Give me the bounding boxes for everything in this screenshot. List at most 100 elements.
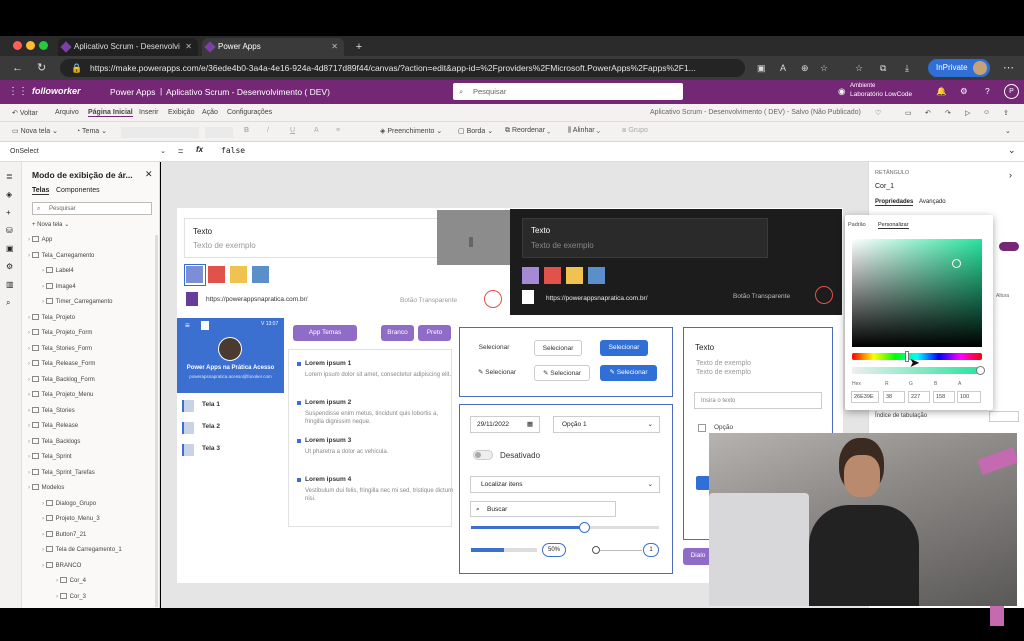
tree-item[interactable]: › Tela_Backlogs — [28, 437, 80, 445]
tree-item[interactable]: › Tela_Carregamento — [28, 251, 94, 259]
color-swatch[interactable] — [588, 267, 605, 284]
read-aloud-icon[interactable]: A — [780, 59, 786, 77]
select-button-plain[interactable]: Selecionar — [470, 340, 518, 356]
favorites-bar-icon[interactable]: ☆ — [855, 59, 863, 77]
redo-icon[interactable]: ↷ — [945, 109, 951, 117]
user-avatar[interactable]: P — [1004, 84, 1019, 99]
fx-icon[interactable]: fx — [196, 145, 203, 154]
tree-item[interactable]: › Tela_Projeto_Form — [28, 329, 92, 336]
slider-track[interactable] — [471, 522, 659, 533]
select-icon-button-outline[interactable]: ✎ Selecionar — [534, 365, 590, 381]
tree-item[interactable]: › Tela_Release — [28, 422, 78, 429]
tree-item[interactable]: › Tela_Release_Form — [28, 360, 95, 367]
property-select[interactable]: OnSelect ⌄ — [4, 145, 170, 159]
tree-item[interactable]: › Tela de Carregamento_1 — [42, 546, 122, 553]
list-item-title[interactable]: Lorem ipsum 3 — [305, 437, 351, 444]
hex-input[interactable]: 26E39E — [851, 391, 879, 403]
chevron-right-icon[interactable]: › — [1009, 170, 1012, 180]
light-text-card[interactable]: Texto Texto de exemplo — [184, 218, 438, 258]
color-swatch[interactable] — [522, 267, 539, 284]
media-pane-icon[interactable]: ▣ — [6, 244, 14, 253]
blue-button-partial[interactable] — [696, 476, 710, 490]
select-button-outline[interactable]: Selecionar — [534, 340, 582, 356]
italic-button[interactable]: / — [267, 127, 269, 134]
font-family-select[interactable] — [121, 127, 199, 138]
search-field[interactable]: ⌕ Buscar — [470, 501, 616, 517]
tree-item[interactable]: › Tela_Projeto_Menu — [28, 391, 93, 398]
collections-icon[interactable]: ⧉ — [880, 59, 886, 77]
select-icon-button-filled[interactable]: ✎ Selecionar — [600, 365, 657, 381]
list-item-title[interactable]: Lorem ipsum 2 — [305, 399, 351, 406]
more-icon[interactable]: ⋯ — [1003, 59, 1014, 77]
tree-search-input[interactable]: ⌕ Pesquisar — [32, 202, 152, 215]
refresh-icon[interactable]: ↻ — [37, 59, 46, 77]
tab-arquivo[interactable]: Arquivo — [55, 109, 79, 116]
health-icon[interactable]: ♡ — [875, 109, 881, 117]
profile-avatar[interactable] — [973, 61, 987, 75]
bell-icon[interactable]: 🔔 — [936, 86, 947, 97]
undo-icon[interactable]: ↶ — [925, 109, 931, 117]
tree-new-screen[interactable]: + Nova tela ⌄ — [32, 221, 69, 228]
tree-item[interactable]: › Button7_21 — [42, 530, 86, 538]
gray-rectangle[interactable] — [437, 210, 510, 265]
hamburger-icon[interactable]: ≡ — [185, 321, 190, 330]
preto-button[interactable]: Preto — [418, 325, 451, 341]
font-size-select[interactable] — [205, 127, 233, 138]
publish-icon[interactable]: ⇪ — [1003, 109, 1009, 117]
transparent-button-dark[interactable]: Botão Transparente — [733, 293, 790, 300]
group-button[interactable]: ⧈ Grupo — [622, 127, 648, 135]
list-item-title[interactable]: Lorem ipsum 1 — [305, 360, 351, 367]
select-button-filled[interactable]: Selecionar — [600, 340, 648, 356]
tab-avancado[interactable]: Avançado — [919, 199, 946, 205]
new-tab-button[interactable]: + — [350, 38, 368, 56]
tree-item[interactable]: › Dialogo_Grupo — [42, 499, 96, 507]
media-icon[interactable]: ▣ — [757, 59, 766, 77]
tree-item[interactable]: › Tela_Backlog_Form — [28, 375, 95, 383]
tree-item[interactable]: › Tela_Projeto — [28, 313, 75, 321]
list-item-title[interactable]: Lorem ipsum 4 — [305, 476, 351, 483]
tree-view-icon[interactable]: ≣ — [6, 172, 13, 181]
tree-item[interactable]: › Modelos — [28, 484, 64, 491]
maximize-window-icon[interactable] — [39, 41, 48, 50]
circle-shape-dark[interactable] — [815, 286, 833, 304]
play-icon[interactable]: ▷ — [965, 109, 970, 117]
color-swatch[interactable] — [252, 266, 269, 283]
tab-pagina-inicial[interactable]: Página Inicial — [88, 109, 133, 117]
find-items-combobox[interactable]: Localizar itens ⌄ — [470, 476, 660, 493]
search-pane-icon[interactable]: ⌕ — [6, 298, 10, 308]
gear-icon[interactable]: ⚙ — [960, 86, 968, 97]
tab-exibicao[interactable]: Exibição — [168, 109, 194, 116]
app-temas-button[interactable]: App Temas — [293, 325, 357, 341]
share-icon[interactable]: ☺ — [983, 109, 990, 116]
option-checkbox[interactable] — [698, 424, 706, 432]
tab-propriedades[interactable]: Propriedades — [875, 199, 914, 206]
minimize-window-icon[interactable] — [26, 41, 35, 50]
text-input[interactable]: Insira o texto — [694, 392, 822, 409]
underline-button[interactable]: U — [290, 127, 295, 134]
g-input[interactable]: 227 — [908, 391, 930, 403]
b-input[interactable]: 158 — [933, 391, 955, 403]
close-window-icon[interactable] — [13, 41, 22, 50]
option-dropdown[interactable]: Opção 1 ⌄ — [553, 416, 660, 433]
back-button[interactable]: ↶ Voltar — [12, 109, 38, 117]
color-swatch[interactable] — [566, 267, 583, 284]
color-swatch[interactable] — [208, 266, 225, 283]
reorder-button[interactable]: ⧉ Reordenar ⌄ — [505, 127, 550, 135]
tree-item[interactable]: › Timer_Carregamento — [42, 298, 112, 305]
tab-componentes[interactable]: Componentes — [56, 187, 100, 194]
border-button[interactable]: ▢ Borda ⌄ — [458, 127, 493, 135]
r-input[interactable]: 38 — [883, 391, 905, 403]
color-swatch[interactable] — [230, 266, 247, 283]
alpha-thumb[interactable] — [976, 366, 985, 375]
insert-icon[interactable]: + — [6, 208, 11, 217]
tree-item[interactable]: › Tela_Sprint — [28, 453, 72, 460]
comment-icon[interactable]: ▭ — [905, 109, 912, 117]
tab-acao[interactable]: Ação — [202, 109, 218, 116]
phone-screen-item[interactable]: Tela 2 — [180, 420, 280, 436]
tree-item[interactable]: › Cor_3 — [56, 592, 86, 600]
dark-text-card[interactable]: Texto Texto de exemplo — [522, 218, 768, 258]
advanced-tools-icon[interactable]: ⚙ — [6, 262, 13, 271]
formula-input[interactable]: false — [221, 146, 245, 155]
close-tab-icon[interactable]: ✕ — [185, 38, 192, 56]
tree-item[interactable]: › Label4 — [42, 267, 74, 274]
